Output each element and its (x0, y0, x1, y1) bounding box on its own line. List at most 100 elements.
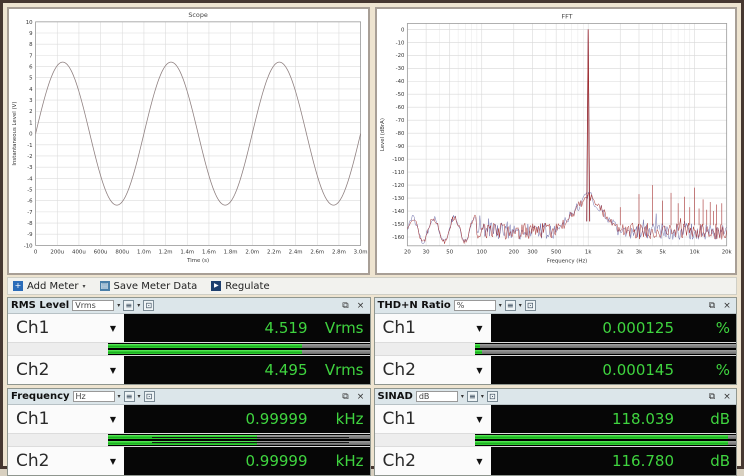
channel-selector[interactable]: Ch1 ▼ (8, 405, 124, 433)
svg-text:-8: -8 (27, 221, 33, 227)
svg-text:1.0m: 1.0m (137, 249, 151, 255)
channel-selector[interactable]: Ch2 ▼ (8, 356, 124, 384)
scope-chart: Scope0200u400u600u800u1.0m1.2m1.4m1.6m1.… (9, 9, 368, 273)
svg-text:500: 500 (551, 250, 562, 256)
meter-display: 4.495 Vrms (124, 356, 370, 384)
display-mode-caret-icon[interactable]: ▾ (138, 393, 141, 400)
regulate-label: Regulate (225, 281, 269, 292)
svg-text:-20: -20 (395, 53, 404, 59)
level-bars (375, 343, 737, 356)
meters-grid: RMS Level Vrms ▾ ≡ ▾ ⊡ ⧉ × Ch1 ▼ 4.519 V… (7, 297, 737, 476)
svg-text:-80: -80 (395, 131, 404, 137)
meter-toolbar: + Add Meter ▾ ▤ Save Meter Data ▶ Regula… (7, 277, 737, 295)
channel-selector[interactable]: Ch2 ▼ (8, 447, 124, 475)
level-bars (8, 434, 370, 447)
display-mode-caret-icon[interactable]: ▾ (137, 302, 140, 309)
channel-caret-icon: ▼ (476, 366, 482, 375)
scope-plot-panel[interactable]: Scope0200u400u600u800u1.0m1.2m1.4m1.6m1.… (7, 7, 370, 275)
popout-icon[interactable]: ⧉ (706, 392, 718, 402)
meter-unit: Vrms (308, 361, 364, 379)
channel-row: Ch2 ▼ 0.99999 kHz (8, 447, 370, 475)
panel-title: RMS Level (11, 300, 69, 311)
bars-left-spacer (375, 434, 475, 446)
level-bar-fill (475, 441, 729, 445)
unit-select[interactable]: % (454, 300, 496, 311)
meter-value: 4.519 (265, 319, 308, 337)
svg-text:800u: 800u (115, 249, 129, 255)
close-icon[interactable]: × (721, 392, 733, 402)
channel-name: Ch2 (16, 451, 49, 471)
popout-icon[interactable]: ⧉ (706, 301, 718, 311)
svg-text:2.0m: 2.0m (245, 249, 259, 255)
save-icon: ▤ (100, 281, 110, 291)
save-meter-data-label: Save Meter Data (114, 281, 198, 292)
unit-select-value: dB (419, 392, 430, 401)
unit-select[interactable]: dB (416, 391, 458, 402)
svg-text:3.0m: 3.0m (354, 249, 368, 255)
svg-text:1k: 1k (584, 250, 591, 256)
svg-text:-6: -6 (27, 199, 33, 205)
svg-text:8: 8 (29, 42, 33, 48)
display-mode-icon[interactable]: ≡ (505, 300, 516, 311)
channel-caret-icon: ▼ (110, 415, 116, 424)
channel-selector[interactable]: Ch1 ▼ (8, 314, 124, 342)
regulate-button[interactable]: ▶ Regulate (211, 281, 269, 292)
unit-caret-icon[interactable]: ▾ (118, 393, 121, 400)
unit-caret-icon[interactable]: ▾ (499, 302, 502, 309)
meter-panel-frequency: Frequency Hz ▾ ≡ ▾ ⊡ ⧉ × Ch1 ▼ 0.99999 k… (7, 388, 371, 476)
svg-text:1.2m: 1.2m (159, 249, 173, 255)
svg-text:2.4m: 2.4m (289, 249, 303, 255)
close-icon[interactable]: × (721, 301, 733, 311)
close-icon[interactable]: × (355, 392, 367, 402)
channel-selector[interactable]: Ch2 ▼ (375, 447, 491, 475)
unit-select[interactable]: Hz (73, 391, 115, 402)
display-mode-icon[interactable]: ≡ (124, 391, 135, 402)
channel-selector[interactable]: Ch2 ▼ (375, 356, 491, 384)
svg-text:3: 3 (29, 98, 32, 104)
add-meter-caret-icon[interactable]: ▾ (83, 283, 86, 290)
close-icon[interactable]: × (355, 301, 367, 311)
options-icon[interactable]: ⊡ (487, 391, 498, 402)
level-bar-fill (475, 350, 483, 354)
display-mode-caret-icon[interactable]: ▾ (519, 302, 522, 309)
bars-left-spacer (8, 434, 108, 446)
level-bar-ch2 (475, 350, 737, 354)
add-meter-icon: + (13, 281, 23, 291)
panel-title: Frequency (11, 391, 70, 402)
meter-display: 0.99999 kHz (124, 447, 370, 475)
svg-text:Frequency (Hz): Frequency (Hz) (546, 258, 587, 264)
unit-caret-icon[interactable]: ▾ (117, 302, 120, 309)
unit-select[interactable]: Vrms (72, 300, 114, 311)
display-mode-icon[interactable]: ≡ (123, 300, 134, 311)
channel-selector[interactable]: Ch1 ▼ (375, 314, 491, 342)
channel-row: Ch2 ▼ 116.780 dB (375, 447, 737, 475)
add-meter-button[interactable]: + Add Meter ▾ (13, 281, 86, 292)
unit-caret-icon[interactable]: ▾ (461, 393, 464, 400)
popout-icon[interactable]: ⧉ (340, 301, 352, 311)
display-mode-caret-icon[interactable]: ▾ (481, 393, 484, 400)
meter-unit: kHz (308, 452, 364, 470)
svg-text:50: 50 (446, 250, 453, 256)
meter-display: 0.99999 kHz (124, 405, 370, 433)
save-meter-data-button[interactable]: ▤ Save Meter Data (100, 281, 198, 292)
options-icon[interactable]: ⊡ (143, 300, 154, 311)
channel-caret-icon: ▼ (110, 366, 116, 375)
popout-icon[interactable]: ⧉ (340, 392, 352, 402)
options-icon[interactable]: ⊡ (144, 391, 155, 402)
svg-text:-60: -60 (395, 105, 404, 111)
play-icon: ▶ (211, 281, 221, 291)
svg-text:-9: -9 (27, 232, 33, 238)
unit-select-value: Vrms (75, 301, 96, 310)
svg-text:-40: -40 (395, 79, 404, 85)
svg-text:30: 30 (422, 250, 429, 256)
fft-plot-panel[interactable]: FFT2030501002003005001k2k3k5k10k20k0-10-… (375, 7, 738, 275)
svg-text:2.8m: 2.8m (332, 249, 346, 255)
channel-row: Ch1 ▼ 0.000125 % (375, 314, 737, 343)
channel-name: Ch1 (16, 318, 49, 338)
display-mode-icon[interactable]: ≡ (467, 391, 478, 402)
svg-text:7: 7 (29, 53, 32, 59)
options-icon[interactable]: ⊡ (525, 300, 536, 311)
svg-text:-120: -120 (392, 183, 405, 189)
level-bars (8, 343, 370, 356)
channel-selector[interactable]: Ch1 ▼ (375, 405, 491, 433)
